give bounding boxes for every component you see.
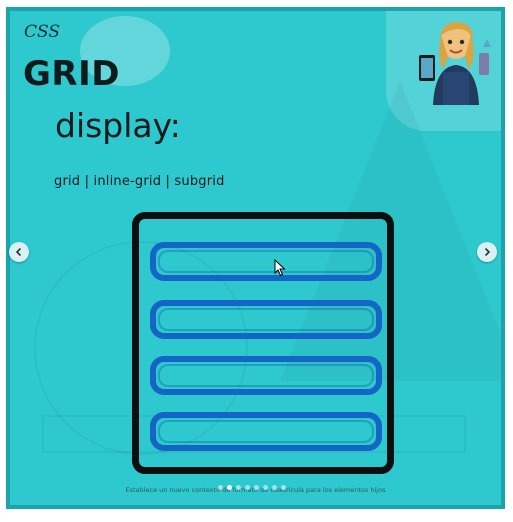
chevron-left-icon <box>15 247 22 257</box>
grid-row-illustration <box>150 300 382 339</box>
next-slide-button[interactable] <box>477 242 497 262</box>
pagination-dot-active[interactable] <box>227 485 232 490</box>
svg-text:.: . <box>455 102 456 107</box>
pagination-dot[interactable] <box>245 485 250 490</box>
previous-slide-button[interactable] <box>9 242 29 262</box>
author-avatar: . <box>419 21 491 107</box>
property-title: display: <box>55 106 181 145</box>
mouse-cursor-icon <box>274 259 286 277</box>
slide-card: CSS GRID display: grid | inline-grid | s… <box>6 7 505 509</box>
pagination-dot[interactable] <box>254 485 259 490</box>
pagination-dot[interactable] <box>218 485 223 490</box>
pagination-dot[interactable] <box>263 485 268 490</box>
carousel-pagination <box>218 485 286 491</box>
pagination-dot[interactable] <box>272 485 277 490</box>
kicker-label: CSS <box>24 22 61 42</box>
pagination-dot[interactable] <box>236 485 241 490</box>
grid-row-illustration <box>150 356 382 395</box>
property-values: grid | inline-grid | subgrid <box>54 174 225 189</box>
slide-title: GRID <box>23 54 120 94</box>
pagination-dot[interactable] <box>281 485 286 490</box>
grid-row-illustration <box>150 242 382 281</box>
chevron-right-icon <box>484 247 491 257</box>
post-frame: CSS GRID display: grid | inline-grid | s… <box>0 0 513 522</box>
grid-row-illustration <box>150 412 382 451</box>
grid-container-illustration <box>132 212 394 474</box>
